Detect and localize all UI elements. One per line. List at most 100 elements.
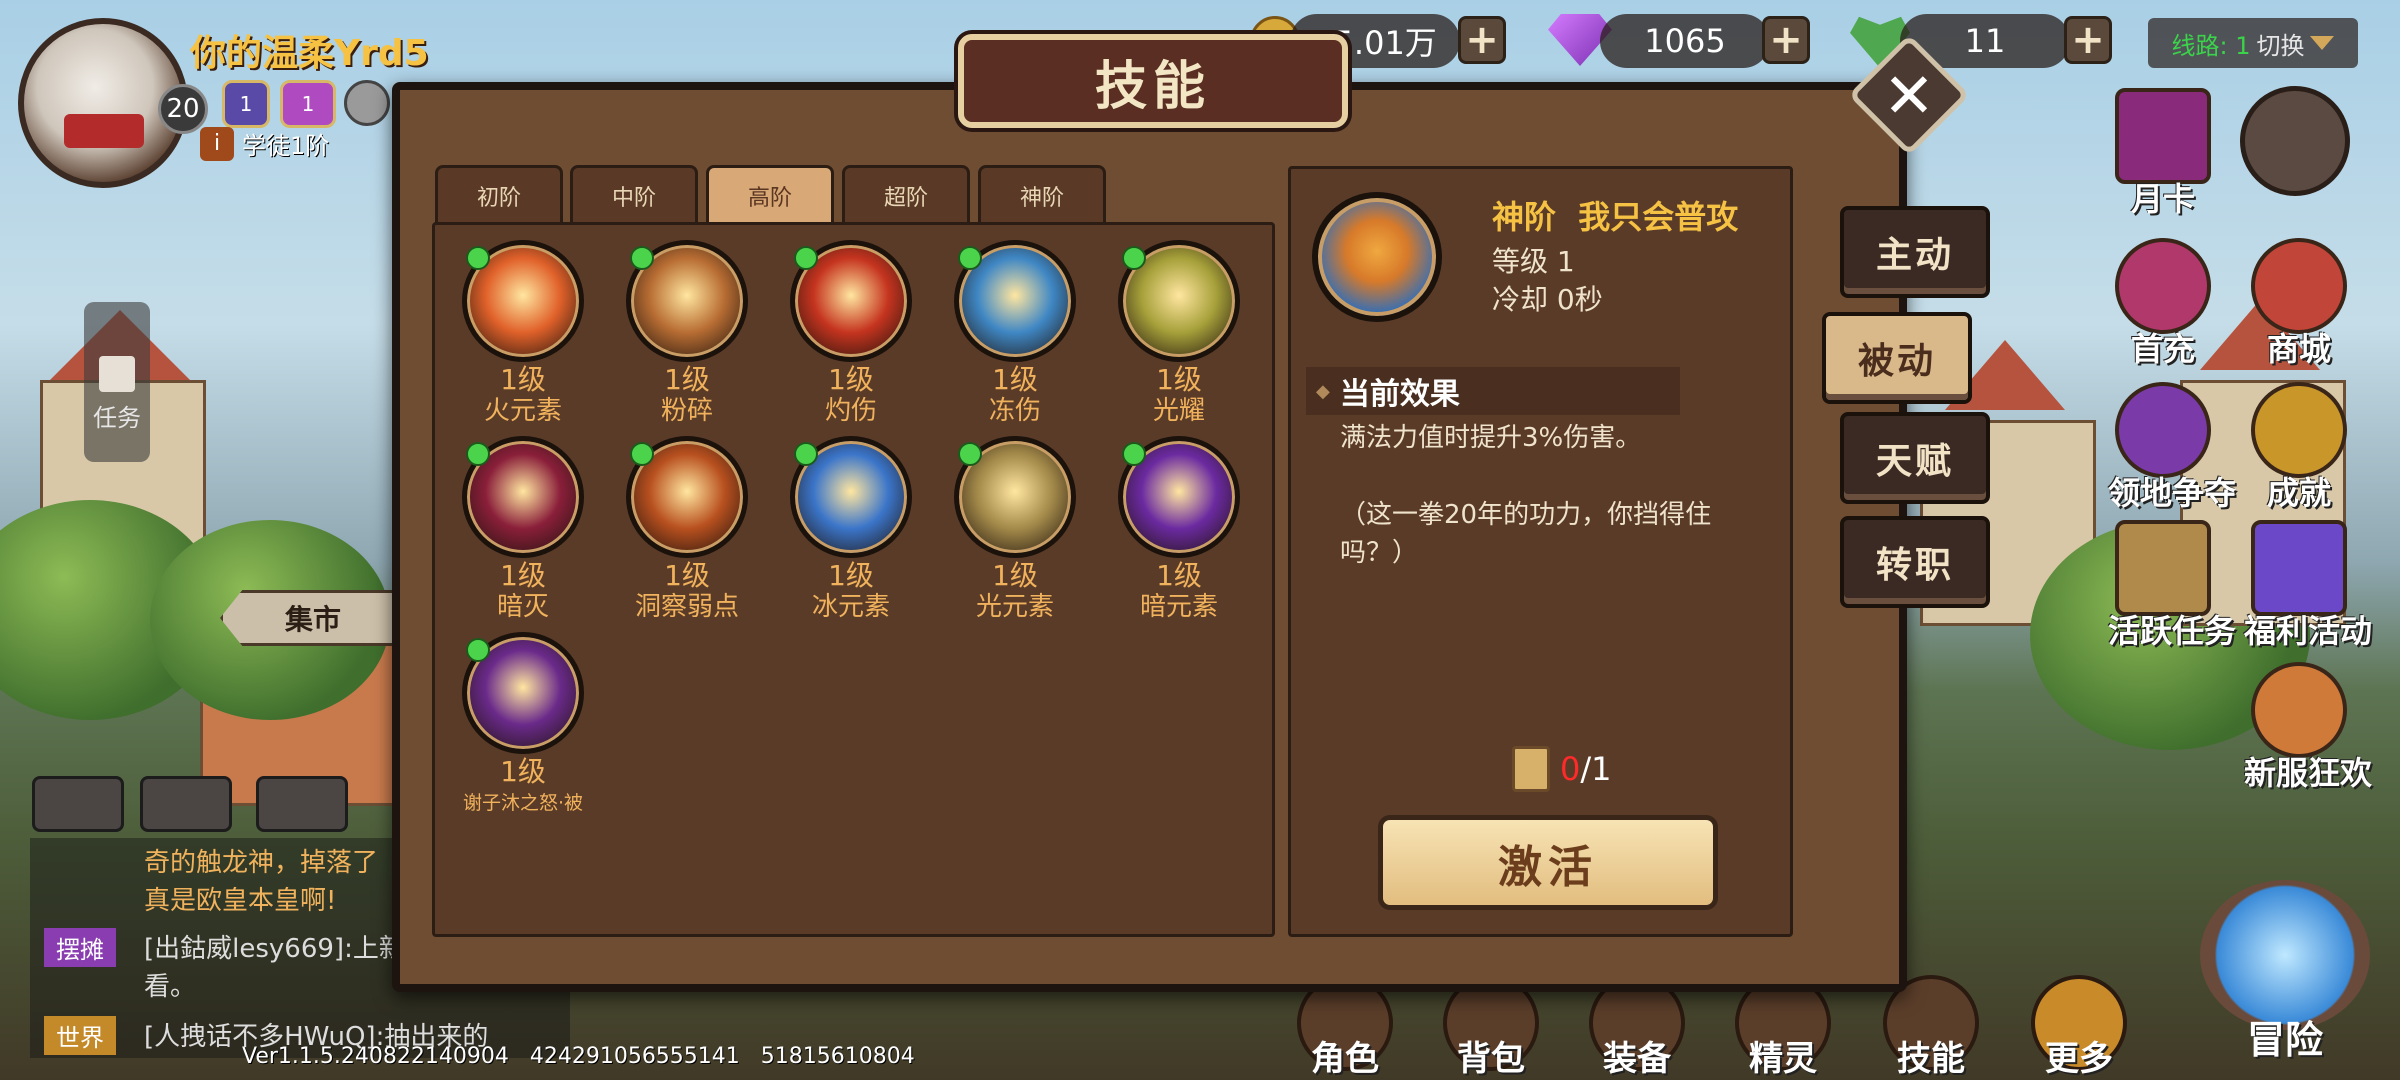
tab-beginner[interactable]: 初阶 [435, 165, 563, 223]
trophy-icon [2251, 382, 2347, 478]
rank-icon: i [200, 126, 234, 161]
tab-divine[interactable]: 神阶 [978, 165, 1106, 223]
backpack-label: 背包 [1457, 1039, 1525, 1079]
scroll-icon [99, 356, 135, 392]
skill-name: 火元素 [483, 396, 562, 426]
adventure-portal-icon [2200, 880, 2370, 1030]
shop-button[interactable]: 商城 [2244, 238, 2354, 370]
new-server-button[interactable]: 新服狂欢 [2244, 662, 2372, 794]
book-count-total: /1 [1580, 750, 1612, 788]
skill-level: 1级 [992, 363, 1038, 396]
skill-item[interactable]: 1级 粉碎 [622, 240, 752, 426]
skill-name: 粉碎 [660, 396, 713, 426]
learned-indicator-icon [466, 442, 490, 466]
tab-talent[interactable]: 天赋 [1840, 412, 1990, 504]
territory-label: 领地争夺 [2108, 474, 2237, 512]
line-switch-selector[interactable]: 线路: 1 切换 [2148, 18, 2358, 68]
chat-bubble-icon[interactable] [32, 776, 124, 832]
add-hearts-button[interactable]: + [2064, 16, 2112, 64]
collapse-menu-icon[interactable] [2240, 86, 2350, 196]
task-label: 任务 [93, 404, 141, 432]
skill-detail-level: 等级 1 [1492, 245, 1575, 278]
skill-detail-cooldown: 冷却 0秒 [1492, 283, 1603, 316]
adventure-button[interactable]: 冒险 [2180, 870, 2390, 1070]
skill-name: 冰元素 [811, 592, 890, 622]
skill-level: 1级 [664, 559, 710, 592]
chat-line: 奇的触龙神，掉落了 [144, 848, 379, 878]
skill-name: 暗元素 [1139, 592, 1218, 622]
new-server-icon [2251, 662, 2347, 758]
skill-item[interactable]: 1级 光耀 [1114, 240, 1244, 426]
skill-item[interactable]: 1级 洞察弱点 [622, 436, 752, 622]
rank-text: 学徒1阶 [242, 132, 330, 160]
add-gems-button[interactable]: + [1762, 16, 1810, 64]
settings-gear-icon[interactable] [344, 80, 390, 126]
more-label: 更多 [2045, 1039, 2113, 1079]
close-icon: ✕ [1883, 58, 1935, 132]
learned-indicator-icon [466, 246, 490, 270]
learned-indicator-icon [1122, 246, 1146, 270]
chat-line: [出鈷威lesy669]:上新 [144, 934, 405, 964]
learned-indicator-icon [1122, 442, 1146, 466]
chat-tag-world: 世界 [44, 1016, 116, 1055]
skill-item[interactable]: 1级 光元素 [950, 436, 1080, 622]
month-card-label: 月卡 [2130, 180, 2195, 218]
skill-level: 1级 [1156, 363, 1202, 396]
adventure-label: 冒险 [2246, 1018, 2323, 1062]
present-icon [2251, 520, 2347, 616]
effect-flavor-text: （这一拳20年的功力，你挡得住吗？） [1340, 500, 1712, 568]
skill-name: 光元素 [975, 592, 1054, 622]
market-sign[interactable]: 集市 [220, 590, 406, 646]
task-button[interactable]: 任务 [84, 302, 150, 462]
skill-item[interactable]: 1级 冻伤 [950, 240, 1080, 426]
month-card-button[interactable]: 月卡 [2108, 88, 2218, 220]
scroll-tasks-icon [2115, 520, 2211, 616]
tab-intermediate[interactable]: 中阶 [570, 165, 698, 223]
chat-line: 看。 [144, 972, 197, 1002]
market-label: 集市 [284, 603, 341, 636]
skill-item[interactable]: 1级 暗元素 [1114, 436, 1244, 622]
learned-indicator-icon [630, 246, 654, 270]
skill-level: 1级 [828, 363, 874, 396]
learned-indicator-icon [466, 638, 490, 662]
skill-item[interactable]: 1级 暗灭 [458, 436, 588, 622]
skill-level: 1级 [1156, 559, 1202, 592]
achievement-label: 成就 [2266, 474, 2331, 512]
tab-active-skills[interactable]: 主动 [1840, 206, 1990, 298]
current-effect-label: 当前效果 [1339, 377, 1460, 412]
skill-name: 谢子沐之怒·被 [462, 792, 584, 814]
learned-indicator-icon [958, 442, 982, 466]
chat-tag-stall: 摆摊 [44, 928, 116, 967]
spirit-label: 精灵 [1749, 1039, 1817, 1079]
first-charge-label: 首充 [2130, 330, 2195, 368]
equipment-label: 装备 [1603, 1039, 1671, 1079]
first-charge-button[interactable]: 首充 [2108, 238, 2218, 370]
badge-2-value: 1 [301, 92, 315, 116]
current-effect-header: ◆ 当前效果 [1306, 367, 1680, 415]
active-tasks-button[interactable]: 活跃任务 [2108, 520, 2236, 652]
welfare-label: 福利活动 [2244, 612, 2373, 650]
learned-indicator-icon [958, 246, 982, 270]
activate-button[interactable]: 激活 [1378, 815, 1718, 910]
skill-item[interactable]: 1级 谢子沐之怒·被 [458, 632, 588, 818]
learned-indicator-icon [794, 442, 818, 466]
achievement-button[interactable]: 成就 [2244, 382, 2354, 514]
mail-icon[interactable] [140, 776, 232, 832]
skill-level: 1级 [828, 559, 874, 592]
character-label: 角色 [1311, 1039, 1379, 1079]
skill-item[interactable]: 1级 火元素 [458, 240, 588, 426]
skill-detail-title: 神阶 我只会普攻 [1492, 198, 1739, 236]
shop-label: 商城 [2266, 330, 2331, 368]
add-gold-button[interactable]: + [1458, 16, 1506, 64]
tab-super[interactable]: 超阶 [842, 165, 970, 223]
badge-1-value: 1 [239, 92, 253, 116]
tab-job-change[interactable]: 转职 [1840, 516, 1990, 608]
skill-item[interactable]: 1级 冰元素 [786, 436, 916, 622]
tab-advanced[interactable]: 高阶 [706, 165, 834, 223]
territory-button[interactable]: 领地争夺 [2108, 382, 2237, 514]
welfare-button[interactable]: 福利活动 [2244, 520, 2373, 652]
tab-passive-skills[interactable]: 被动 [1822, 312, 1972, 404]
more-button[interactable]: 更多 [2024, 975, 2134, 1080]
skill-item[interactable]: 1级 灼伤 [786, 240, 916, 426]
friends-icon[interactable] [256, 776, 348, 832]
